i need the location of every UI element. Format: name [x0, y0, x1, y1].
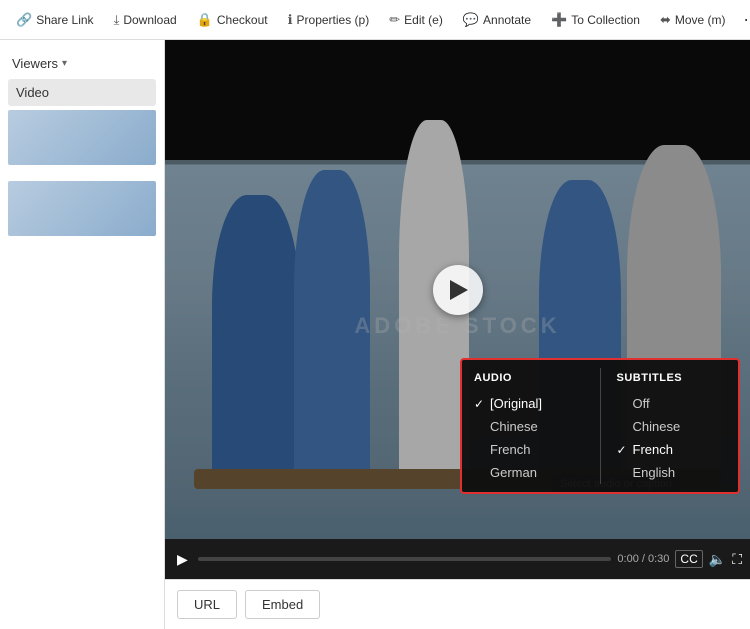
collection-button[interactable]: ➕ To Collection — [543, 8, 648, 32]
subtitle-off[interactable]: Off — [617, 392, 727, 415]
more-button[interactable]: ⋯ — [738, 6, 750, 34]
properties-button[interactable]: ℹ Properties (p) — [280, 8, 378, 32]
audio-column: AUDIO ✓ [Original] Chinese French — [462, 368, 596, 484]
sidebar-item-1 — [0, 169, 164, 177]
bottom-bar: URL Embed — [165, 579, 750, 629]
annotate-button[interactable]: 💬 Annotate — [455, 8, 539, 32]
play-pause-button[interactable]: ▶ — [173, 549, 192, 570]
collection-icon: ➕ — [551, 12, 567, 28]
viewers-header[interactable]: Viewers ▾ — [0, 48, 164, 79]
audio-header: AUDIO — [474, 368, 584, 392]
subtitle-french[interactable]: ✓ French — [617, 438, 727, 461]
volume-button[interactable]: 🔈 — [709, 551, 726, 568]
sidebar: Viewers ▾ Video — [0, 40, 165, 629]
subtitle-english[interactable]: English — [617, 461, 727, 484]
sidebar-thumb-2[interactable] — [8, 181, 156, 236]
progress-bar[interactable] — [198, 557, 612, 561]
chevron-down-icon: ▾ — [62, 58, 67, 69]
subtitle-french-check: ✓ — [617, 443, 629, 457]
viewers-label: Viewers — [12, 56, 58, 71]
sidebar-thumb-1[interactable] — [8, 110, 156, 165]
popup-columns: AUDIO ✓ [Original] Chinese French — [462, 368, 738, 484]
toolbar: 🔗 Share Link ⤓ Download 🔒 Checkout ℹ Pro… — [0, 0, 750, 40]
share-icon: 🔗 — [16, 12, 32, 28]
move-button[interactable]: ⬌ Move (m) — [652, 8, 734, 32]
move-icon: ⬌ — [660, 12, 671, 28]
url-button[interactable]: URL — [177, 590, 237, 619]
subtitles-column: SUBTITLES Off Chinese ✓ French — [605, 368, 739, 484]
audio-french[interactable]: French — [474, 438, 584, 461]
sidebar-item-2 — [0, 240, 164, 248]
download-icon: ⤓ — [114, 12, 120, 28]
edit-button[interactable]: ✏ Edit (e) — [381, 8, 451, 32]
sidebar-video-item[interactable]: Video — [8, 79, 156, 106]
download-button[interactable]: ⤓ Download — [106, 8, 185, 32]
video-controls: ▶ 0:00 / 0:30 CC 🔈 ⛶ — [165, 539, 750, 579]
embed-button[interactable]: Embed — [245, 590, 320, 619]
subtitle-chinese[interactable]: Chinese — [617, 415, 727, 438]
subtitles-header: SUBTITLES — [617, 368, 727, 392]
main-layout: Viewers ▾ Video — [0, 40, 750, 629]
audio-chinese[interactable]: Chinese — [474, 415, 584, 438]
lock-icon: 🔒 — [197, 12, 213, 28]
content-area: ADOBE STOCK AUDIO ✓ [Original] — [165, 40, 750, 629]
fullscreen-button[interactable]: ⛶ — [732, 551, 742, 568]
check-icon: ✓ — [474, 397, 486, 411]
video-area[interactable]: ADOBE STOCK AUDIO ✓ [Original] — [165, 40, 750, 539]
audio-original[interactable]: ✓ [Original] — [474, 392, 584, 415]
play-button[interactable] — [433, 265, 483, 315]
audio-subtitle-popup: AUDIO ✓ [Original] Chinese French — [460, 358, 740, 494]
audio-german[interactable]: German — [474, 461, 584, 484]
edit-icon: ✏ — [389, 12, 400, 28]
captions-button[interactable]: CC — [675, 550, 702, 568]
time-display: 0:00 / 0:30 — [617, 553, 669, 565]
play-triangle-icon — [450, 280, 468, 300]
annotate-icon: 💬 — [463, 12, 479, 28]
popup-divider — [600, 368, 601, 484]
share-link-button[interactable]: 🔗 Share Link — [8, 8, 102, 32]
info-icon: ℹ — [288, 12, 293, 28]
checkout-button[interactable]: 🔒 Checkout — [189, 8, 276, 32]
